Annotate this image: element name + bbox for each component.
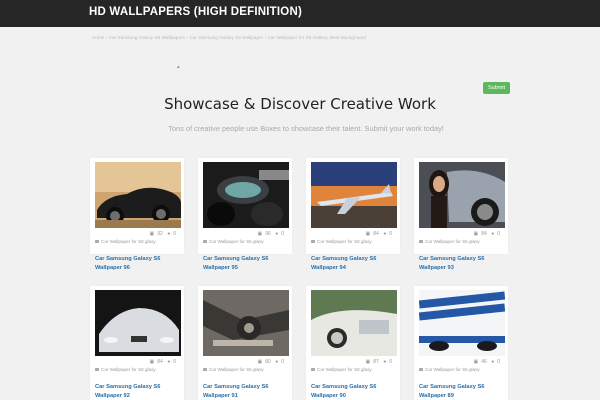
card-title[interactable]: Car Samsung Galaxy S6 Wallpaper 96 bbox=[95, 255, 183, 273]
card-category[interactable]: Car Wallpaper for S6 glaxy bbox=[419, 367, 480, 372]
site-title[interactable]: HD WALLPAPERS (HIGH DEFINITION) bbox=[89, 6, 302, 18]
top-navbar: HD WALLPAPERS (HIGH DEFINITION) bbox=[0, 0, 600, 27]
card-category[interactable]: Car Wallpaper for S6 glaxy bbox=[419, 239, 480, 244]
photo-icon: ▣ bbox=[149, 231, 155, 237]
card-title[interactable]: Car Samsung Galaxy S6 Wallpaper 93 bbox=[419, 255, 507, 273]
gallery-card[interactable]: ▣ 96 ● 0 Car Wallpaper for S6 glaxy Car Sa… bbox=[198, 158, 292, 271]
card-stats: ▣ 84 ● 0 bbox=[473, 231, 501, 237]
card-title[interactable]: Car Samsung Galaxy S6 Wallpaper 90 bbox=[311, 383, 399, 400]
folder-icon bbox=[419, 368, 423, 372]
photo-icon: ▣ bbox=[365, 231, 371, 237]
wallpaper-thumbnail[interactable] bbox=[95, 162, 181, 228]
folder-icon bbox=[95, 368, 99, 372]
wallpaper-thumbnail[interactable] bbox=[203, 290, 289, 356]
wallpaper-thumbnail[interactable] bbox=[419, 290, 505, 356]
photo-icon: ▣ bbox=[365, 359, 371, 365]
wallpaper-thumbnail[interactable] bbox=[95, 290, 181, 356]
card-title[interactable]: Car Samsung Galaxy S6 Wallpaper 89 bbox=[419, 383, 507, 400]
comment-icon: ● bbox=[383, 231, 387, 237]
card-category[interactable]: Car Wallpaper for S6 glaxy bbox=[311, 239, 372, 244]
comment-icon: ● bbox=[167, 231, 171, 237]
submit-button[interactable]: Submit bbox=[483, 82, 510, 94]
card-category[interactable]: Car Wallpaper for S6 glaxy bbox=[203, 367, 264, 372]
card-stats: ▣ 96 ● 0 bbox=[257, 231, 285, 237]
card-stats: ▣ 87 ● 0 bbox=[365, 359, 393, 365]
gallery-card[interactable]: ▣ 87 ● 0 Car Wallpaper for S6 glaxy Car Sa… bbox=[306, 286, 400, 400]
card-category[interactable]: Car Wallpaper for S6 glaxy bbox=[95, 367, 156, 372]
photo-icon: ▣ bbox=[257, 359, 263, 365]
folder-icon bbox=[203, 368, 207, 372]
gallery-card[interactable]: ▣ 46 ● 0 Car Wallpaper for S6 glaxy Car Sa… bbox=[414, 286, 508, 400]
card-title[interactable]: Car Samsung Galaxy S6 Wallpaper 91 bbox=[203, 383, 291, 400]
folder-icon bbox=[311, 240, 315, 244]
wallpaper-thumbnail[interactable] bbox=[311, 162, 397, 228]
photo-icon: ▣ bbox=[473, 359, 479, 365]
card-category[interactable]: Car Wallpaper for S6 glaxy bbox=[95, 239, 156, 244]
gallery-card[interactable]: ▣ 84 ● 0 Car Wallpaper for S6 glaxy Car Sa… bbox=[414, 158, 508, 271]
card-title[interactable]: Car Samsung Galaxy S6 Wallpaper 94 bbox=[311, 255, 399, 273]
folder-icon bbox=[203, 240, 207, 244]
card-stats: ▣ 92 ● 0 bbox=[149, 231, 177, 237]
gallery-card[interactable]: ▣ 80 ● 0 Car Wallpaper for S6 glaxy Car Sa… bbox=[198, 286, 292, 400]
comment-icon: ● bbox=[275, 359, 279, 365]
comment-icon: ● bbox=[491, 231, 495, 237]
page-title: Showcase & Discover Creative Work bbox=[164, 95, 436, 113]
card-category[interactable]: Car Wallpaper for S6 glaxy bbox=[203, 239, 264, 244]
card-stats: ▣ 80 ● 0 bbox=[257, 359, 285, 365]
card-title[interactable]: Car Samsung Galaxy S6 Wallpaper 92 bbox=[95, 383, 183, 400]
comment-icon: ● bbox=[383, 359, 387, 365]
comment-icon: ● bbox=[275, 231, 279, 237]
photo-icon: ▣ bbox=[473, 231, 479, 237]
caret-up-icon: ▴ bbox=[177, 64, 180, 70]
comment-icon: ● bbox=[167, 359, 171, 365]
wallpaper-thumbnail[interactable] bbox=[203, 162, 289, 228]
card-stats: ▣ 46 ● 0 bbox=[473, 359, 501, 365]
folder-icon bbox=[311, 368, 315, 372]
card-category[interactable]: Car Wallpaper for S6 glaxy bbox=[311, 367, 372, 372]
wallpaper-thumbnail[interactable] bbox=[311, 290, 397, 356]
folder-icon bbox=[95, 240, 99, 244]
card-stats: ▣ 84 ● 0 bbox=[149, 359, 177, 365]
card-stats: ▣ 84 ● 0 bbox=[365, 231, 393, 237]
comment-icon: ● bbox=[491, 359, 495, 365]
gallery-card[interactable]: ▣ 84 ● 0 Car Wallpaper for S6 glaxy Car Sa… bbox=[306, 158, 400, 271]
photo-icon: ▣ bbox=[257, 231, 263, 237]
card-title[interactable]: Car Samsung Galaxy S6 Wallpaper 95 bbox=[203, 255, 291, 273]
folder-icon bbox=[419, 240, 423, 244]
wallpaper-thumbnail[interactable] bbox=[419, 162, 505, 228]
breadcrumb[interactable]: Home › Car Samsung Galaxy S6 Wallpapers … bbox=[92, 35, 366, 40]
gallery-card[interactable]: ▣ 92 ● 0 Car Wallpaper for S6 glaxy Car Sa… bbox=[90, 158, 184, 271]
photo-icon: ▣ bbox=[149, 359, 155, 365]
page-subtitle: Tons of creative people use Boxes to sho… bbox=[168, 124, 444, 133]
gallery-card[interactable]: ▣ 84 ● 0 Car Wallpaper for S6 glaxy Car Sa… bbox=[90, 286, 184, 400]
